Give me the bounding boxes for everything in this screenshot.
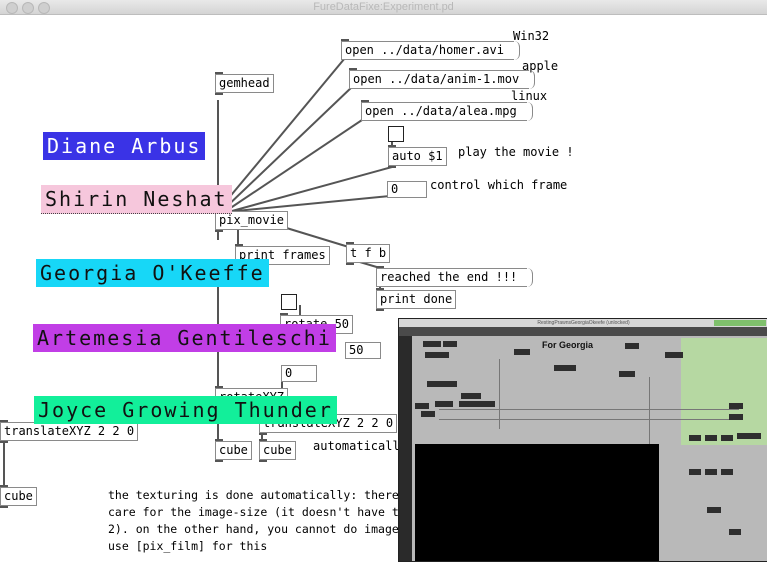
inset-box bbox=[423, 341, 441, 347]
inset-box bbox=[729, 414, 743, 420]
label-artemesia-gentileschi: Artemesia Gentileschi bbox=[33, 324, 336, 352]
gemhead-object[interactable]: gemhead bbox=[215, 72, 274, 95]
inset-box bbox=[619, 371, 635, 377]
label-joyce-growing-thunder: Joyce Growing Thunder bbox=[34, 396, 337, 424]
inset-box bbox=[689, 435, 701, 441]
comment-win32: Win32 bbox=[513, 29, 550, 43]
inset-title: RestingPrawnsGeorgiaOkeefe (unlocked) bbox=[537, 320, 630, 326]
label-diane-arbus: Diane Arbus bbox=[43, 132, 206, 160]
toggle-auto[interactable] bbox=[388, 126, 404, 142]
inset-box bbox=[705, 435, 717, 441]
inset-wire bbox=[439, 409, 739, 410]
inset-box bbox=[705, 469, 717, 475]
inset-wire bbox=[649, 377, 650, 447]
label-shirin-neshat: Shirin Neshat bbox=[41, 185, 232, 214]
inset-wire bbox=[439, 419, 729, 420]
inset-sidebar bbox=[399, 336, 412, 561]
inset-box bbox=[721, 469, 733, 475]
number-box-50[interactable]: 50 bbox=[345, 342, 381, 359]
comment-control-frame: control which frame bbox=[430, 178, 568, 192]
inset-box bbox=[625, 343, 639, 349]
open-anim-message[interactable]: open ../data/anim-1.mov bbox=[349, 68, 536, 89]
inset-box bbox=[737, 433, 761, 439]
inset-green-button bbox=[714, 320, 766, 326]
open-alea-message[interactable]: open ../data/alea.mpg bbox=[361, 100, 533, 121]
inset-box bbox=[459, 401, 495, 407]
print-done-object[interactable]: print done bbox=[376, 288, 457, 311]
trigger-object[interactable]: t f b bbox=[346, 242, 391, 265]
inset-heading: For Georgia bbox=[542, 340, 594, 350]
inset-titlebar: RestingPrawnsGeorgiaOkeefe (unlocked) bbox=[399, 319, 767, 327]
inset-video-output bbox=[415, 444, 659, 561]
inset-box bbox=[554, 365, 576, 371]
inset-box bbox=[421, 411, 435, 417]
comment-linux: linux bbox=[511, 89, 548, 103]
inset-box bbox=[415, 403, 429, 409]
inset-wire bbox=[499, 359, 500, 429]
cube-object-2[interactable]: cube bbox=[259, 439, 296, 462]
inset-box bbox=[665, 352, 683, 358]
comment-automatically: automatically bbox=[313, 439, 407, 453]
inset-patch-screenshot: RestingPrawnsGeorgiaOkeefe (unlocked) Fo… bbox=[398, 318, 767, 562]
comment-play-movie: play the movie ! bbox=[458, 145, 574, 159]
reached-end-message[interactable]: reached the end !!! bbox=[376, 266, 534, 287]
texturing-comment: the texturing is done automatically: the… bbox=[108, 488, 406, 553]
inset-box bbox=[721, 435, 733, 441]
inset-box bbox=[729, 529, 741, 535]
inset-box bbox=[707, 507, 721, 513]
inset-box bbox=[514, 349, 530, 355]
inset-box bbox=[461, 393, 481, 399]
inset-box bbox=[425, 352, 449, 358]
label-georgia-okeeffe: Georgia O'Keeffe bbox=[36, 259, 269, 287]
inset-toolbar bbox=[399, 327, 767, 336]
cube-object-left[interactable]: cube bbox=[0, 485, 37, 508]
inset-green-panel bbox=[681, 338, 767, 445]
inset-box bbox=[443, 341, 457, 347]
cube-object-1[interactable]: cube bbox=[215, 439, 252, 462]
translatexyz-left-object[interactable]: translateXYZ 2 2 0 bbox=[0, 420, 139, 443]
open-homer-message[interactable]: open ../data/homer.avi bbox=[341, 39, 520, 60]
bang-button[interactable] bbox=[281, 294, 297, 310]
frame-number-box[interactable]: 0 bbox=[387, 181, 427, 198]
auto-object[interactable]: auto $1 bbox=[388, 145, 447, 168]
inset-box bbox=[689, 469, 701, 475]
number-box-zero[interactable]: 0 bbox=[281, 365, 317, 382]
inset-box bbox=[427, 381, 457, 387]
inset-box bbox=[435, 401, 453, 407]
